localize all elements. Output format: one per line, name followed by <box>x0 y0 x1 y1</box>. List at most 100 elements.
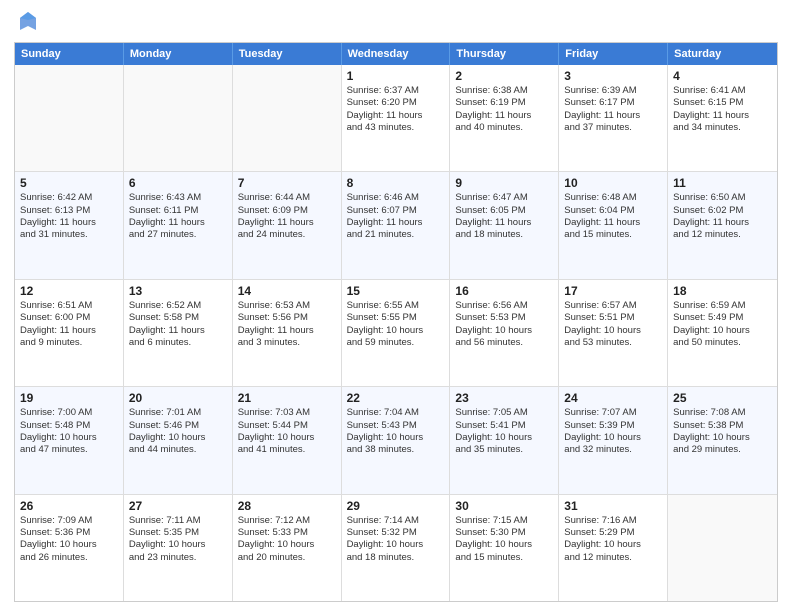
cell-info-line: Sunset: 6:20 PM <box>347 97 445 109</box>
day-number: 10 <box>564 176 662 190</box>
cell-info-line: and 18 minutes. <box>347 552 445 564</box>
header-day-thursday: Thursday <box>450 43 559 65</box>
cell-info-line: Sunset: 5:38 PM <box>673 420 772 432</box>
cell-info-line: Sunset: 5:30 PM <box>455 527 553 539</box>
cell-info-line: Daylight: 11 hours <box>347 217 445 229</box>
cell-info-line: and 18 minutes. <box>455 229 553 241</box>
cell-info-line: Daylight: 11 hours <box>673 217 772 229</box>
day-cell-empty-0-0 <box>15 65 124 171</box>
day-cell-18: 18Sunrise: 6:59 AMSunset: 5:49 PMDayligh… <box>668 280 777 386</box>
day-number: 11 <box>673 176 772 190</box>
cell-info-line: Sunrise: 7:14 AM <box>347 515 445 527</box>
cell-info-line: Daylight: 10 hours <box>455 325 553 337</box>
cell-info-line: Sunrise: 7:05 AM <box>455 407 553 419</box>
cell-info-line: and 47 minutes. <box>20 444 118 456</box>
header-day-saturday: Saturday <box>668 43 777 65</box>
header-day-friday: Friday <box>559 43 668 65</box>
day-cell-20: 20Sunrise: 7:01 AMSunset: 5:46 PMDayligh… <box>124 387 233 493</box>
cell-info-line: Daylight: 10 hours <box>564 539 662 551</box>
cell-info-line: Sunrise: 6:47 AM <box>455 192 553 204</box>
cell-info-line: Sunrise: 6:52 AM <box>129 300 227 312</box>
cell-info-line: Sunrise: 7:00 AM <box>20 407 118 419</box>
day-cell-4: 4Sunrise: 6:41 AMSunset: 6:15 PMDaylight… <box>668 65 777 171</box>
cell-info-line: Sunrise: 6:57 AM <box>564 300 662 312</box>
cell-info-line: Sunset: 6:13 PM <box>20 205 118 217</box>
cell-info-line: Daylight: 10 hours <box>20 539 118 551</box>
cell-info-line: and 12 minutes. <box>564 552 662 564</box>
day-number: 22 <box>347 391 445 405</box>
cell-info-line: Daylight: 11 hours <box>564 217 662 229</box>
day-number: 1 <box>347 69 445 83</box>
cell-info-line: Sunset: 5:44 PM <box>238 420 336 432</box>
day-cell-28: 28Sunrise: 7:12 AMSunset: 5:33 PMDayligh… <box>233 495 342 601</box>
day-cell-26: 26Sunrise: 7:09 AMSunset: 5:36 PMDayligh… <box>15 495 124 601</box>
cell-info-line: Daylight: 11 hours <box>20 325 118 337</box>
cell-info-line: and 56 minutes. <box>455 337 553 349</box>
day-number: 28 <box>238 499 336 513</box>
day-number: 6 <box>129 176 227 190</box>
day-cell-23: 23Sunrise: 7:05 AMSunset: 5:41 PMDayligh… <box>450 387 559 493</box>
cell-info-line: Sunset: 5:43 PM <box>347 420 445 432</box>
calendar: SundayMondayTuesdayWednesdayThursdayFrid… <box>14 42 778 602</box>
cell-info-line: Sunrise: 6:41 AM <box>673 85 772 97</box>
day-cell-10: 10Sunrise: 6:48 AMSunset: 6:04 PMDayligh… <box>559 172 668 278</box>
day-number: 31 <box>564 499 662 513</box>
header <box>14 10 778 34</box>
cell-info-line: Sunset: 5:56 PM <box>238 312 336 324</box>
cell-info-line: Daylight: 11 hours <box>129 325 227 337</box>
day-cell-empty-0-2 <box>233 65 342 171</box>
cell-info-line: Sunrise: 6:39 AM <box>564 85 662 97</box>
cell-info-line: and 40 minutes. <box>455 122 553 134</box>
cell-info-line: Sunrise: 7:12 AM <box>238 515 336 527</box>
cell-info-line: and 43 minutes. <box>347 122 445 134</box>
day-number: 26 <box>20 499 118 513</box>
day-cell-16: 16Sunrise: 6:56 AMSunset: 5:53 PMDayligh… <box>450 280 559 386</box>
cell-info-line: Daylight: 10 hours <box>20 432 118 444</box>
cell-info-line: and 20 minutes. <box>238 552 336 564</box>
day-number: 25 <box>673 391 772 405</box>
calendar-row-1: 5Sunrise: 6:42 AMSunset: 6:13 PMDaylight… <box>15 171 777 278</box>
day-cell-31: 31Sunrise: 7:16 AMSunset: 5:29 PMDayligh… <box>559 495 668 601</box>
cell-info-line: Sunrise: 6:38 AM <box>455 85 553 97</box>
day-cell-7: 7Sunrise: 6:44 AMSunset: 6:09 PMDaylight… <box>233 172 342 278</box>
cell-info-line: Daylight: 11 hours <box>20 217 118 229</box>
day-number: 29 <box>347 499 445 513</box>
cell-info-line: Sunrise: 7:09 AM <box>20 515 118 527</box>
cell-info-line: Sunrise: 6:37 AM <box>347 85 445 97</box>
cell-info-line: Sunset: 6:00 PM <box>20 312 118 324</box>
cell-info-line: Daylight: 11 hours <box>238 325 336 337</box>
header-day-monday: Monday <box>124 43 233 65</box>
day-number: 15 <box>347 284 445 298</box>
cell-info-line: Daylight: 10 hours <box>455 432 553 444</box>
cell-info-line: Sunset: 6:17 PM <box>564 97 662 109</box>
cell-info-line: Sunrise: 7:07 AM <box>564 407 662 419</box>
cell-info-line: and 37 minutes. <box>564 122 662 134</box>
day-number: 2 <box>455 69 553 83</box>
cell-info-line: Daylight: 10 hours <box>455 539 553 551</box>
cell-info-line: Daylight: 11 hours <box>347 110 445 122</box>
cell-info-line: Sunset: 6:15 PM <box>673 97 772 109</box>
day-number: 21 <box>238 391 336 405</box>
day-number: 30 <box>455 499 553 513</box>
logo-icon <box>16 10 40 34</box>
cell-info-line: and 32 minutes. <box>564 444 662 456</box>
calendar-row-2: 12Sunrise: 6:51 AMSunset: 6:00 PMDayligh… <box>15 279 777 386</box>
day-number: 4 <box>673 69 772 83</box>
cell-info-line: and 26 minutes. <box>20 552 118 564</box>
cell-info-line: Sunset: 6:05 PM <box>455 205 553 217</box>
day-number: 17 <box>564 284 662 298</box>
cell-info-line: Daylight: 11 hours <box>238 217 336 229</box>
cell-info-line: Sunset: 6:04 PM <box>564 205 662 217</box>
day-cell-25: 25Sunrise: 7:08 AMSunset: 5:38 PMDayligh… <box>668 387 777 493</box>
cell-info-line: Daylight: 11 hours <box>455 217 553 229</box>
cell-info-line: and 44 minutes. <box>129 444 227 456</box>
cell-info-line: Sunrise: 6:51 AM <box>20 300 118 312</box>
day-number: 27 <box>129 499 227 513</box>
cell-info-line: Sunrise: 6:53 AM <box>238 300 336 312</box>
cell-info-line: Daylight: 10 hours <box>673 432 772 444</box>
cell-info-line: Sunrise: 6:42 AM <box>20 192 118 204</box>
cell-info-line: and 9 minutes. <box>20 337 118 349</box>
day-cell-27: 27Sunrise: 7:11 AMSunset: 5:35 PMDayligh… <box>124 495 233 601</box>
day-cell-3: 3Sunrise: 6:39 AMSunset: 6:17 PMDaylight… <box>559 65 668 171</box>
day-cell-6: 6Sunrise: 6:43 AMSunset: 6:11 PMDaylight… <box>124 172 233 278</box>
